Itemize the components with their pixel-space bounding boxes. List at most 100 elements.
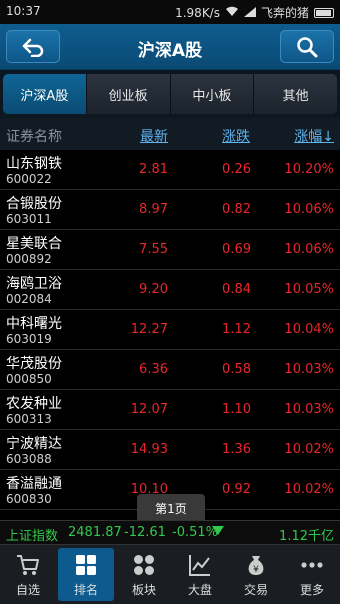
stock-pct: 10.02%: [284, 482, 334, 497]
stock-change: 0.82: [222, 202, 251, 217]
stock-name: 合锻股份: [6, 196, 62, 212]
stock-name: 宁波精达: [6, 436, 62, 452]
battery-icon: [314, 7, 334, 18]
index-name: 上证指数: [6, 529, 59, 544]
stock-name: 香溢融通: [6, 476, 62, 492]
nav-label: 交易: [243, 582, 268, 597]
cart-icon: [17, 554, 39, 575]
signal-icon: [243, 6, 256, 20]
network-speed: 1.98K/s: [175, 5, 220, 20]
table-row[interactable]: 中科曙光 603019 12.27 1.12 10.04%: [0, 310, 340, 350]
stock-latest: 7.55: [139, 242, 168, 257]
status-time: 10:37: [6, 4, 41, 18]
stock-pct: 10.04%: [284, 322, 334, 337]
nav-label: 自选: [15, 582, 40, 597]
stock-code: 000850: [6, 372, 52, 386]
bottom-nav: 自选 排名 板块 大盘 ¥ 交易 更多: [0, 544, 340, 604]
stock-name: 农发种业: [6, 396, 62, 412]
stock-change: 0.58: [222, 362, 251, 377]
index-volume: 1.12千亿: [279, 529, 334, 544]
stock-name: 海鸥卫浴: [6, 276, 62, 292]
down-arrow-icon: [212, 526, 224, 535]
wifi-icon: [225, 6, 239, 20]
stock-code: 002084: [6, 292, 52, 306]
status-bar: 10:37 1.98K/s 飞奔的猪: [0, 0, 340, 24]
table-row[interactable]: 星美联合 000892 7.55 0.69 10.06%: [0, 230, 340, 270]
stock-change: 0.84: [222, 282, 251, 297]
nav-more[interactable]: 更多: [284, 545, 340, 604]
stock-latest: 6.36: [139, 362, 168, 377]
stock-name: 山东钢铁: [6, 156, 62, 172]
stock-change: 1.10: [222, 402, 251, 417]
table-row[interactable]: 山东钢铁 600022 2.81 0.26 10.20%: [0, 150, 340, 190]
header: 沪深A股: [0, 24, 340, 70]
table-row[interactable]: 宁波精达 603088 14.93 1.36 10.02%: [0, 430, 340, 470]
nav-label: 更多: [299, 582, 324, 597]
stock-change: 0.92: [222, 482, 251, 497]
stock-pct: 10.05%: [284, 282, 334, 297]
stock-pct: 10.20%: [284, 162, 334, 177]
tab-chinext[interactable]: 创业板: [86, 74, 171, 114]
stock-latest: 12.07: [130, 402, 168, 417]
stock-pct: 10.02%: [284, 442, 334, 457]
stock-name: 中科曙光: [6, 316, 62, 332]
stock-pct: 10.03%: [284, 362, 334, 377]
stock-latest: 8.97: [139, 202, 168, 217]
stock-latest: 12.27: [130, 322, 168, 337]
search-button[interactable]: [280, 30, 334, 63]
stock-name: 星美联合: [6, 236, 62, 252]
stock-code: 603088: [6, 452, 52, 466]
stock-list: 山东钢铁 600022 2.81 0.26 10.20% 合锻股份 603011…: [0, 150, 340, 520]
nav-watchlist[interactable]: 自选: [0, 545, 56, 604]
grid-icon: [76, 554, 96, 575]
nav-ranking[interactable]: 排名: [58, 548, 114, 601]
table-row[interactable]: 海鸥卫浴 002084 9.20 0.84 10.05%: [0, 270, 340, 310]
stock-change: 1.12: [222, 322, 251, 337]
stock-latest: 2.81: [139, 162, 168, 177]
money-bag-icon: ¥: [248, 555, 264, 575]
nav-label: 板块: [131, 582, 156, 597]
stock-pct: 10.06%: [284, 242, 334, 257]
stock-change: 0.69: [222, 242, 251, 257]
nav-label: 大盘: [187, 582, 212, 597]
column-header: 证券名称 最新 涨跌 涨幅↓: [0, 118, 340, 150]
col-change-header[interactable]: 涨跌: [222, 126, 250, 146]
nav-trade[interactable]: ¥ 交易: [228, 545, 284, 604]
stock-pct: 10.06%: [284, 202, 334, 217]
stock-code: 600830: [6, 492, 52, 506]
col-pct-header[interactable]: 涨幅↓: [294, 126, 334, 146]
table-row[interactable]: 华茂股份 000850 6.36 0.58 10.03%: [0, 350, 340, 390]
status-right: 1.98K/s 飞奔的猪: [175, 4, 334, 21]
blocks-icon: [134, 554, 154, 575]
stock-pct: 10.03%: [284, 402, 334, 417]
stock-code: 600313: [6, 412, 52, 426]
stock-code: 600022: [6, 172, 52, 186]
tab-hs-a[interactable]: 沪深A股: [3, 74, 87, 114]
svg-text:¥: ¥: [253, 565, 259, 575]
stock-code: 603011: [6, 212, 52, 226]
table-row[interactable]: 合锻股份 603011 8.97 0.82 10.06%: [0, 190, 340, 230]
search-icon: [297, 36, 318, 57]
stock-name: 华茂股份: [6, 356, 62, 372]
table-row[interactable]: 农发种业 600313 12.07 1.10 10.03%: [0, 390, 340, 430]
nav-label: 排名: [73, 582, 98, 597]
nav-market[interactable]: 大盘: [172, 545, 228, 604]
col-latest-header[interactable]: 最新: [140, 126, 168, 146]
more-icon: [301, 561, 323, 568]
chart-icon: [189, 554, 210, 576]
col-name-header: 证券名称: [6, 129, 62, 145]
tab-sme[interactable]: 中小板: [170, 74, 255, 114]
market-tabs: 沪深A股 创业板 中小板 其他: [0, 70, 340, 118]
stock-code: 000892: [6, 252, 52, 266]
tab-other[interactable]: 其他: [254, 74, 337, 114]
stock-latest: 9.20: [139, 282, 168, 297]
carrier-name: 飞奔的猪: [260, 6, 309, 20]
stock-change: 0.26: [222, 162, 251, 177]
index-value: 2481.87: [68, 525, 122, 540]
index-change: -12.61: [124, 525, 166, 540]
stock-latest: 14.93: [130, 442, 168, 457]
stock-code: 603019: [6, 332, 52, 346]
stock-change: 1.36: [222, 442, 251, 457]
nav-sectors[interactable]: 板块: [116, 545, 172, 604]
index-ticker[interactable]: 上证指数 2481.87 -12.61 -0.51% 1.12千亿: [0, 520, 340, 544]
